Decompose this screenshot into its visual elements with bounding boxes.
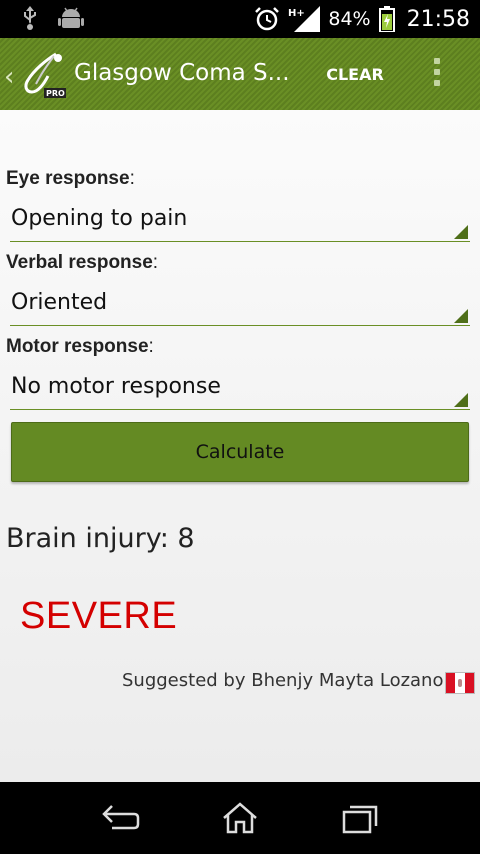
android-debug-icon [58, 7, 84, 28]
content-area: Eye response: Opening to pain Verbal res… [0, 110, 480, 782]
eye-response-value: Opening to pain [11, 206, 188, 231]
recent-apps-icon[interactable] [338, 800, 382, 836]
motor-response-spinner[interactable]: No motor response [10, 366, 470, 410]
eye-response-spinner[interactable]: Opening to pain [10, 198, 470, 242]
alarm-icon [255, 7, 280, 31]
dropdown-arrow-icon [454, 393, 468, 407]
signal-icon: H+ [288, 6, 321, 32]
peru-flag-icon [445, 672, 475, 694]
back-icon[interactable] [98, 800, 142, 836]
dropdown-arrow-icon [454, 225, 468, 239]
result-text: Brain injury: 8 [6, 523, 195, 554]
app-title: Glasgow Coma S... [74, 60, 290, 86]
battery-charging-icon [378, 6, 395, 32]
navigation-bar [0, 782, 480, 854]
status-bar: H+ 84% 21:58 [0, 0, 480, 38]
motor-response-value: No motor response [11, 374, 221, 399]
svg-text:H+: H+ [288, 8, 305, 19]
severity-label: SEVERE [20, 595, 178, 637]
verbal-response-spinner[interactable]: Oriented [10, 282, 470, 326]
action-bar: ‹ PRO Glasgow Coma S... CLEAR [0, 38, 480, 110]
clock: 21:58 [406, 6, 470, 32]
battery-percent: 84% [328, 8, 371, 30]
home-icon[interactable] [218, 800, 262, 836]
credit-text: Suggested by Bhenjy Mayta Lozano [122, 670, 444, 691]
usb-icon [24, 6, 36, 30]
eye-response-label: Eye response: [6, 168, 135, 189]
calculate-button[interactable]: Calculate [11, 422, 469, 482]
up-chevron-icon[interactable]: ‹ [4, 62, 14, 92]
app-logo[interactable]: PRO [18, 50, 66, 100]
dropdown-arrow-icon [454, 309, 468, 323]
pro-badge: PRO [46, 89, 65, 98]
motor-response-label: Motor response: [6, 336, 154, 357]
clear-button[interactable]: CLEAR [320, 62, 390, 88]
verbal-response-label: Verbal response: [6, 252, 159, 273]
overflow-menu-icon[interactable] [430, 58, 444, 92]
verbal-response-value: Oriented [11, 290, 108, 315]
